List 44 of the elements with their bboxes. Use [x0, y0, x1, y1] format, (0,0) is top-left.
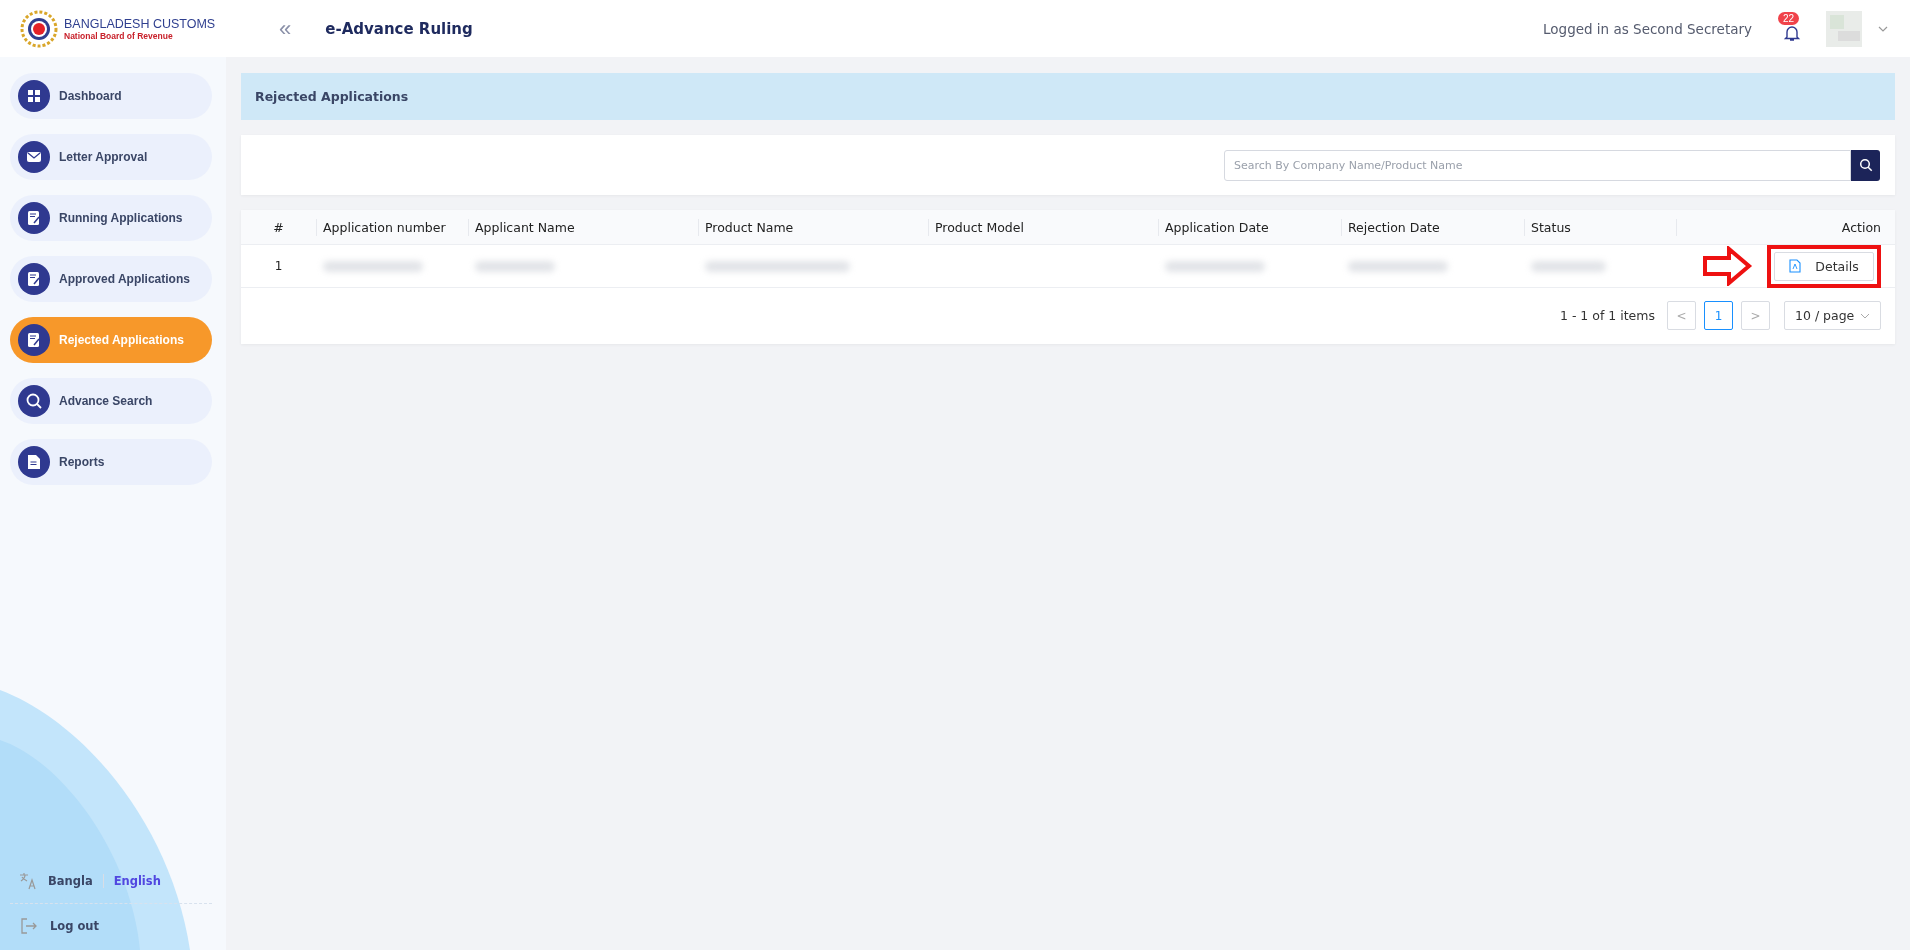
table-cell: 1 [274, 259, 283, 273]
column-header: Application Date [1165, 219, 1269, 235]
document-icon [18, 446, 50, 478]
search-button[interactable] [1851, 149, 1880, 181]
column-header: Product Model [935, 219, 1024, 235]
translate-icon [18, 871, 38, 891]
column-header: Product Name [705, 219, 794, 235]
notification-count: 22 [1778, 11, 1800, 25]
app-title: e-Advance Ruling [325, 19, 474, 38]
dashboard-icon [18, 80, 50, 112]
logout-icon [18, 916, 38, 936]
language-option[interactable]: Bangla [48, 874, 93, 888]
user-role-label: Logged in as Second Secretary [1543, 20, 1752, 37]
document-edit-icon [18, 324, 50, 356]
column-header: Action [1841, 219, 1881, 235]
document-edit-icon [18, 202, 50, 234]
column-header: Status [1531, 219, 1571, 235]
search-field[interactable]: Search By Company Name/Product Name [1224, 149, 1851, 181]
column-header: Application number [323, 219, 446, 235]
search-icon [18, 385, 50, 417]
customs-emblem-icon [20, 9, 58, 48]
language-option[interactable]: English [113, 874, 161, 888]
column-header: # [273, 219, 284, 235]
document-edit-icon [18, 263, 50, 295]
page-title: Rejected Applications [255, 89, 409, 104]
pdf-file-icon [1789, 259, 1802, 273]
column-header: Rejection Date [1348, 219, 1440, 235]
bell-icon [1783, 23, 1801, 42]
page-button[interactable]: 1 [1704, 301, 1733, 330]
nav-item[interactable]: Dashboard [10, 73, 212, 119]
nav-item[interactable]: Running Applications [10, 195, 212, 241]
pagination-summary: 1 - 1 of 1 items [1559, 308, 1655, 323]
nav-item[interactable]: Advance Search [10, 378, 212, 424]
search-icon [1858, 158, 1873, 172]
column-header: Applicant Name [475, 219, 575, 235]
details-button[interactable]: Details [1774, 251, 1874, 281]
logout-button[interactable]: Log out [10, 904, 212, 936]
envelope-icon [18, 141, 50, 173]
nav-item[interactable]: Reports [10, 439, 212, 485]
logo-subtitle: National Board of Revenue [64, 30, 174, 41]
page-size-select[interactable]: 10 / page [1784, 301, 1881, 330]
logo-title: BANGLADESH CUSTOMS [64, 16, 216, 31]
nav-item[interactable]: Approved Applications [10, 256, 212, 302]
nav-item[interactable]: Letter Approval [10, 134, 212, 180]
